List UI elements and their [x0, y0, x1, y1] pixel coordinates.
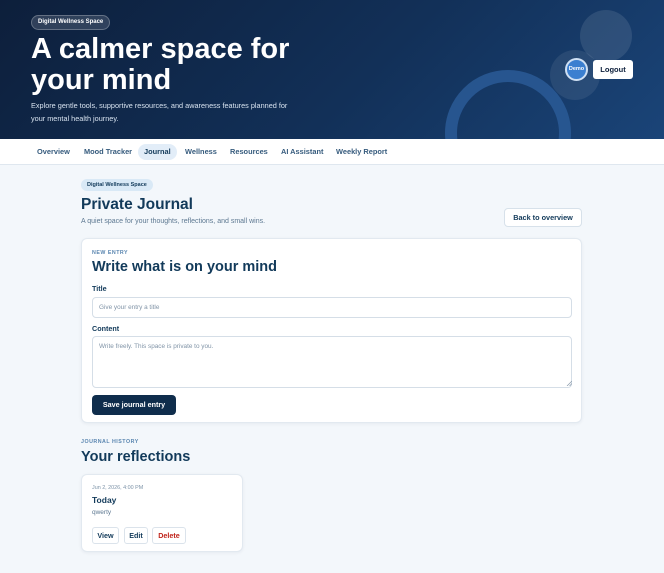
content-textarea[interactable]	[92, 336, 572, 388]
hero-banner: Digital Wellness Space A calmer space fo…	[0, 0, 664, 139]
hero-title: A calmer space for your mind	[31, 33, 290, 96]
new-entry-title: Write what is on your mind	[92, 259, 278, 275]
nav-item-resources[interactable]: Resources	[224, 144, 274, 160]
new-entry-card: NEW ENTRY Write what is on your mind Tit…	[81, 238, 582, 423]
title-input[interactable]	[92, 297, 572, 318]
reflection-body: qwerty	[92, 509, 112, 516]
back-to-overview-button[interactable]: Back to overview	[504, 208, 582, 227]
reflection-card: Jun 2, 2026, 4:00 PM Today qwerty View E…	[81, 474, 243, 552]
nav-item-ai-assistant[interactable]: AI Assistant	[275, 144, 329, 160]
content-label: Content	[92, 324, 120, 333]
page-subtitle: A quiet space for your thoughts, reflect…	[81, 218, 266, 225]
nav-item-journal[interactable]: Journal	[138, 144, 177, 160]
history-title: Your reflections	[81, 449, 191, 465]
new-entry-eyebrow: NEW ENTRY	[92, 250, 129, 256]
nav-item-wellness[interactable]: Wellness	[179, 144, 223, 160]
nav-item-weekly-report[interactable]: Weekly Report	[330, 144, 393, 160]
section-pill: Digital Wellness Space	[81, 179, 153, 191]
main-nav: Overview Mood Tracker Journal Wellness R…	[0, 139, 664, 165]
reflection-date: Jun 2, 2026, 4:00 PM	[92, 485, 144, 491]
delete-button[interactable]: Delete	[152, 527, 186, 544]
view-button[interactable]: View	[92, 527, 119, 544]
reflection-title: Today	[92, 495, 117, 505]
hero-subtitle: Explore gentle tools, supportive resourc…	[31, 101, 288, 123]
logout-button[interactable]: Logout	[593, 60, 633, 79]
title-label: Title	[92, 284, 107, 293]
edit-button[interactable]: Edit	[124, 527, 148, 544]
user-avatar[interactable]: Demo	[565, 58, 588, 81]
resize-grip-icon[interactable]	[566, 380, 572, 386]
save-journal-entry-button[interactable]: Save journal entry	[92, 395, 176, 415]
hero-badge: Digital Wellness Space	[31, 15, 111, 30]
page-title: Private Journal	[81, 196, 193, 213]
nav-item-mood-tracker[interactable]: Mood Tracker	[78, 144, 138, 160]
nav-item-overview[interactable]: Overview	[31, 144, 76, 160]
journal-history-eyebrow: JOURNAL HISTORY	[81, 439, 139, 445]
